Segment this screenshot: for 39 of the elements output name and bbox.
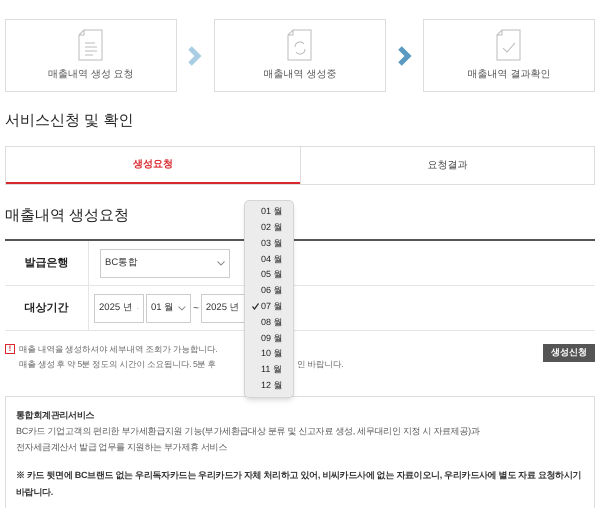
bank-select[interactable]: BC통합 [100,248,230,278]
info-text: BC카드 기업고객의 편리한 부가세환급지원 기능(부가세환급대상 분류 및 신고자료 생성, 세무대리인 지정 시 자료제공)과 [16,425,480,438]
step-label: 매출내역 결과확인 [468,68,550,82]
month-option[interactable]: 04 월 [245,251,293,268]
month-option[interactable]: 03 월 [245,236,293,252]
tab[interactable]: 생성요청 [6,146,300,184]
chevron-down-icon [178,306,186,310]
document-icon [496,29,522,61]
document-icon [287,29,313,61]
month-option[interactable]: 05 월 [245,267,293,283]
section-title: 서비스신청 및 확인 [5,111,134,131]
tab[interactable]: 요청결과 [300,146,594,184]
month-option[interactable]: 10 월 [245,346,293,362]
chevron-down-icon [217,260,225,266]
chevron-right-icon [398,46,412,66]
form-title: 매출내역 생성요청 [5,206,130,226]
month-option[interactable]: 12 월 [245,378,293,394]
info-warning: ※ 카드 뒷면에 BC브랜드 없는 우리독자카드는 우리카드가 자체 처리하고 있어, 비씨카드사에 없는 자료이오니, 우리카드사에 별도 자료 요청하시기 바랍니다. [16,469,582,499]
info-title: 통합회계관리서비스 [16,409,94,422]
alert-icon: ! [5,344,15,354]
chevron-right-icon [188,46,202,66]
field-label: 대상기간 [5,286,89,330]
month-option[interactable]: 11 월 [245,362,293,378]
year-select[interactable]: 2025 년 [94,294,144,322]
step-label: 매출내역 생성중 [264,68,336,82]
month-select[interactable]: 01 월 [146,294,191,322]
document-icon [78,29,104,61]
step-label: 매출내역 생성 요청 [48,68,134,82]
checkmark-icon [252,303,259,310]
notice-text: 매출 내역을 생성하셔야 세부내역 조회가 가능합니다. [19,343,218,356]
notice-text: 매출 생성 후 약 5분 정도의 시간이 소요됩니다. 5분 후 [19,359,216,369]
info-text: 전자세금계산서 발급 업무를 지원하는 부가제휴 서비스 [16,441,228,454]
month-option[interactable]: 02 월 [245,220,293,236]
month-option[interactable]: 01 월 [245,204,293,220]
submit-button[interactable]: 생성신청 [543,344,595,362]
notice-text: 인 바랍니다. [297,358,344,371]
range-separator: ~ [193,302,199,316]
field-label: 발급은행 [5,241,89,285]
month-option[interactable]: 09 월 [245,330,293,346]
